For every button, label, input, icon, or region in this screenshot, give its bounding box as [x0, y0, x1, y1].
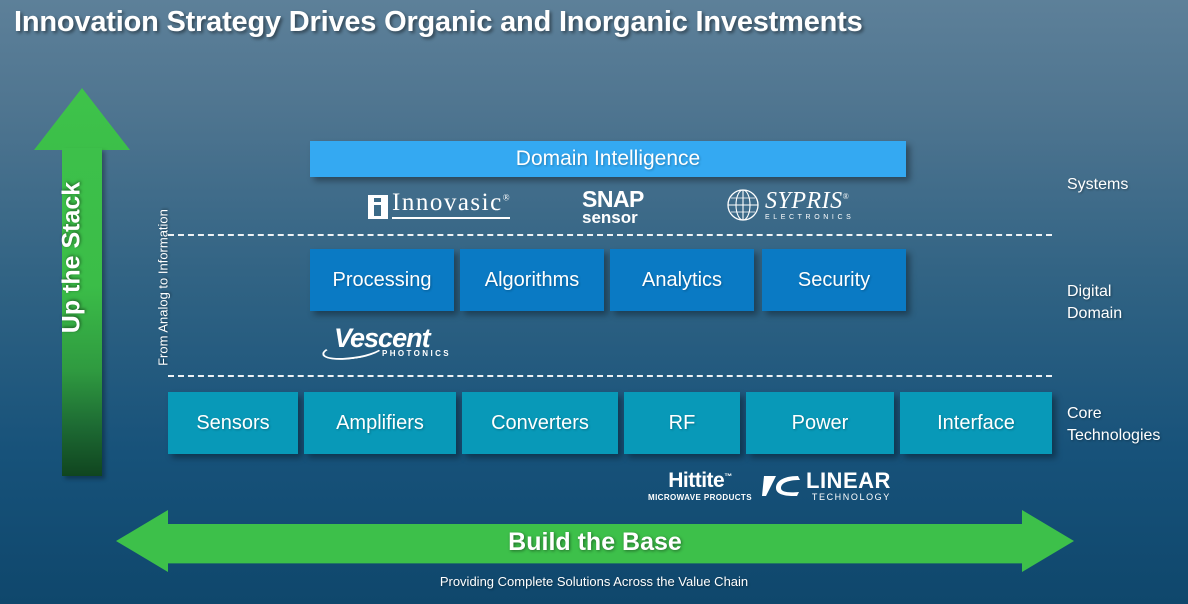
innovasic-mark-icon [368, 195, 388, 219]
innovasic-logo: Innovasic® [368, 190, 510, 219]
digital-box-label: Security [797, 268, 871, 291]
tier-label-digital-line2: Domain [1067, 305, 1123, 322]
registered-mark-icon: ® [842, 192, 850, 201]
digital-box-label: Processing [332, 268, 432, 291]
core-box-label: RF [668, 411, 696, 434]
core-box-label: Sensors [196, 411, 270, 434]
linear-subtitle: TECHNOLOGY [811, 492, 891, 502]
hittite-subtitle: MICROWAVE PRODUCTS [648, 493, 752, 502]
from-analog-to-information-caption: From Analog to Information [155, 209, 171, 366]
up-the-stack-label: Up the Stack [57, 181, 86, 334]
tier-label-core-line1: Core [1067, 405, 1102, 422]
build-the-base-label: Build the Base [508, 528, 682, 556]
innovasic-wordmark: Innovasic® [392, 190, 510, 219]
arrow-head-icon [34, 88, 130, 150]
registered-mark-icon: ® [502, 192, 510, 203]
divider-systems-digital [168, 234, 1052, 236]
digital-box-analytics[interactable]: Analytics [610, 249, 754, 311]
sypris-subtitle: ELECTRONICS [765, 214, 855, 221]
core-box-label: Interface [937, 411, 1015, 434]
vescent-subtitle: PHOTONICS [382, 349, 452, 358]
core-box-interface[interactable]: Interface [900, 392, 1052, 454]
digital-box-algorithms[interactable]: Algorithms [460, 249, 604, 311]
digital-box-security[interactable]: Security [762, 249, 906, 311]
linear-technology-logo: LINEAR TECHNOLOGY [760, 470, 891, 502]
sypris-wordmark: SYPRIS® [765, 188, 850, 214]
core-box-label: Converters [491, 411, 589, 434]
core-box-converters[interactable]: Converters [462, 392, 618, 454]
tier-label-digital-line1: Digital [1067, 283, 1112, 300]
vescent-photonics-logo: Vescent PHOTONICS [321, 323, 452, 364]
sypris-electronics-logo: SYPRIS® ELECTRONICS [726, 188, 854, 222]
up-the-stack-arrow: Up the Stack [34, 88, 130, 476]
linear-lt-monogram-icon [760, 473, 806, 499]
tier-label-core-line2: Technologies [1067, 427, 1161, 444]
hittite-wordmark: Hittite™ [668, 469, 732, 492]
core-box-label: Power [791, 411, 849, 434]
divider-digital-core [168, 375, 1052, 377]
core-box-label: Amplifiers [336, 411, 424, 434]
tier-label-digital-domain: Digital Domain [1067, 281, 1187, 325]
vescent-wordmark: Vescent [334, 323, 431, 353]
sypris-globe-icon [726, 188, 765, 222]
page-title: Innovation Strategy Drives Organic and I… [14, 6, 863, 38]
core-box-amplifiers[interactable]: Amplifiers [304, 392, 456, 454]
core-box-sensors[interactable]: Sensors [168, 392, 298, 454]
digital-box-processing[interactable]: Processing [310, 249, 454, 311]
digital-box-label: Analytics [641, 268, 723, 291]
value-chain-caption: Providing Complete Solutions Across the … [439, 574, 749, 589]
tier-label-systems: Systems [1067, 176, 1129, 193]
linear-wordmark: LINEAR [806, 468, 891, 493]
core-box-power[interactable]: Power [746, 392, 894, 454]
core-box-rf[interactable]: RF [624, 392, 740, 454]
digital-box-label: Algorithms [484, 268, 580, 291]
domain-intelligence-bar[interactable]: Domain Intelligence [310, 141, 906, 177]
tier-label-core-technologies: Core Technologies [1067, 403, 1187, 447]
snap-wordmark-line2: sensor [582, 208, 638, 227]
trademark-icon: ™ [724, 472, 732, 481]
hittite-logo: Hittite™ MICROWAVE PRODUCTS [648, 470, 752, 502]
snap-sensor-logo: SNAP sensor [582, 188, 644, 227]
